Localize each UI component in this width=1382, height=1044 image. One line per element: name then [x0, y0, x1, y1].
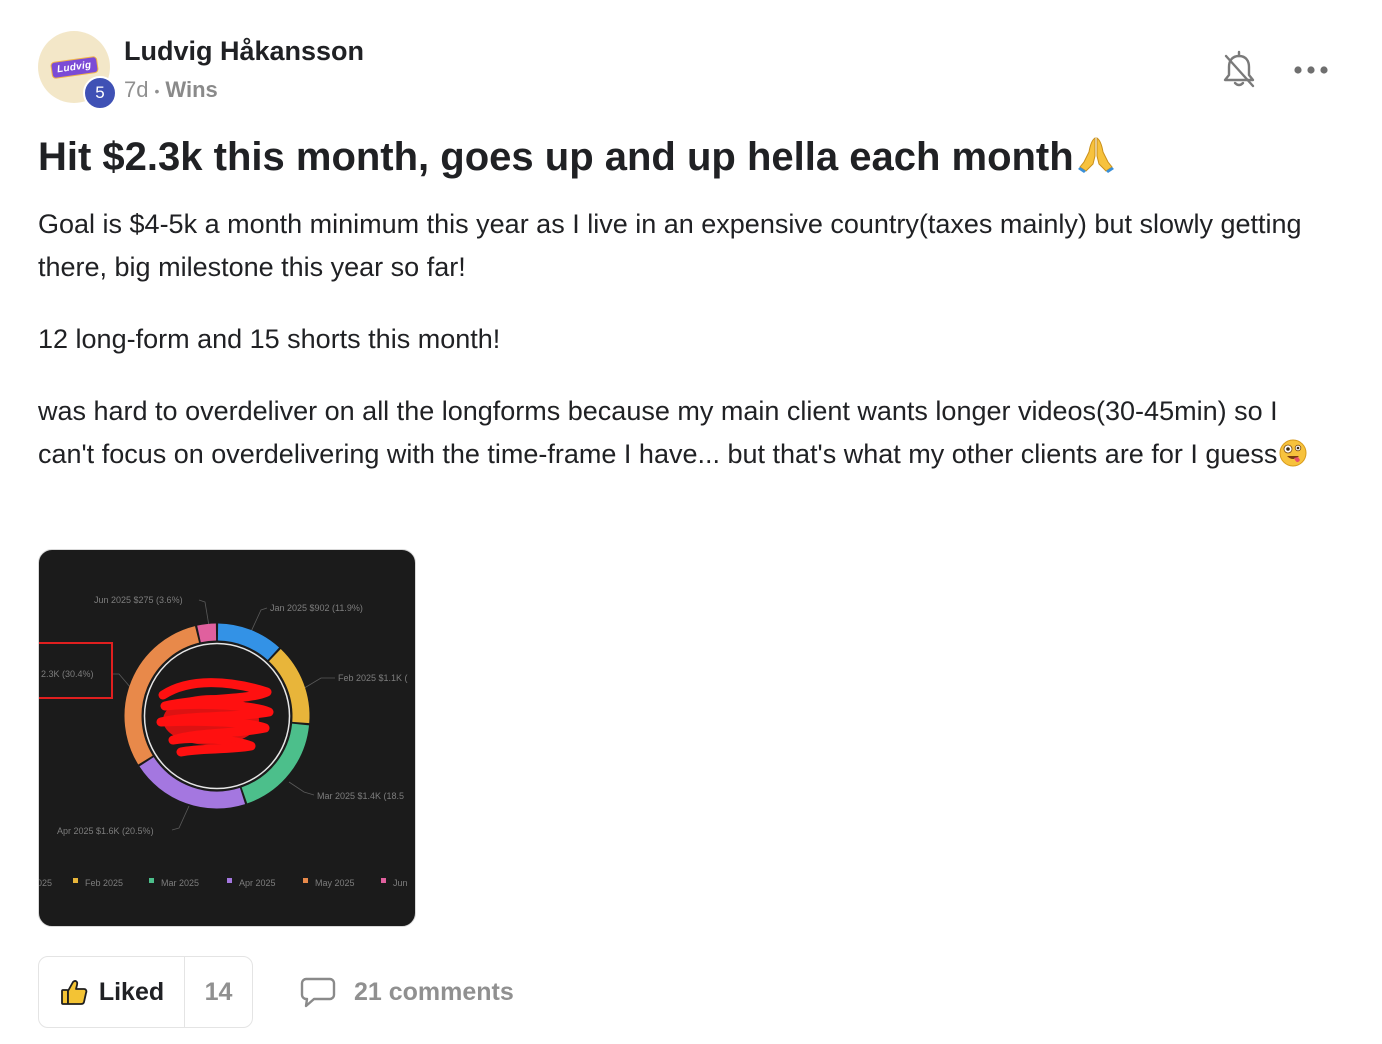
like-label: Liked [98, 977, 165, 1006]
legend-swatch [73, 878, 78, 883]
author-name[interactable]: Ludvig Håkansson [124, 36, 364, 67]
more-options-button[interactable] [1290, 56, 1332, 84]
legend-swatch [303, 878, 308, 883]
post-paragraph-2: 12 long-form and 15 shorts this month! [38, 324, 501, 354]
legend-label: May 2025 [315, 878, 355, 888]
legend-label: 025 [39, 878, 52, 888]
meta-separator: • [154, 83, 160, 100]
notifications-toggle-button[interactable] [1220, 50, 1258, 90]
legend-label: Feb 2025 [85, 878, 123, 888]
donut-slice-jun-2025 [197, 623, 217, 643]
label-jun: Jun 2025 $275 (3.6%) [94, 595, 183, 605]
post-paragraph-3: was hard to overdeliver on all the longf… [38, 390, 1338, 476]
post-paragraph-3-text: was hard to overdeliver on all the longf… [38, 396, 1278, 469]
donut-slice-apr-2025 [139, 756, 246, 809]
like-button[interactable]: Liked 14 [38, 956, 253, 1028]
comments-label: 21 comments [354, 977, 514, 1006]
donut-slice-feb-2025 [268, 648, 310, 724]
legend-swatch [381, 878, 386, 883]
post-meta: 7d • Wins [124, 77, 218, 103]
praying-hands-emoji [1076, 134, 1116, 174]
like-count[interactable]: 14 [185, 957, 252, 1027]
label-feb: Feb 2025 $1.1K ( [338, 673, 408, 683]
legend-label: Mar 2025 [161, 878, 199, 888]
label-apr: Apr 2025 $1.6K (20.5%) [57, 826, 154, 836]
zany-face-emoji [1279, 437, 1307, 467]
legend-swatch [149, 878, 154, 883]
label-may: 2.3K (30.4%) [41, 669, 94, 679]
post-paragraph-1: Goal is $4-5k a month minimum this year … [38, 209, 1302, 282]
bell-off-icon [1223, 50, 1255, 88]
donut-slice-mar-2025 [241, 723, 310, 804]
post-category[interactable]: Wins [165, 77, 217, 102]
label-mar: Mar 2025 $1.4K (18.5 [317, 791, 404, 801]
chart-legend: 025 Feb 2025 Mar 2025 Apr 2025 May 2025 Jun [39, 878, 408, 888]
avatar-logo: Ludvig [49, 55, 99, 79]
post-age: 7d [124, 77, 149, 102]
redaction-scribble [156, 678, 274, 757]
label-jan: Jan 2025 $902 (11.9%) [270, 603, 363, 613]
level-badge: 5 [83, 76, 117, 110]
legend-swatch [227, 878, 232, 883]
legend-label: Apr 2025 [239, 878, 276, 888]
comment-icon [300, 977, 336, 1008]
donut-slice-jan-2025 [217, 623, 280, 661]
like-toggle[interactable]: Liked [39, 957, 185, 1027]
post-title-text: Hit $2.3k this month, goes up and up hel… [38, 135, 1074, 179]
more-icon [1294, 66, 1328, 74]
thumbs-up-icon [60, 980, 88, 1005]
legend-label: Jun [393, 878, 408, 888]
post-title: Hit $2.3k this month, goes up and up hel… [38, 134, 1116, 180]
comments-button[interactable]: 21 comments [300, 972, 514, 1012]
chart-image[interactable]: Jun 2025 $275 (3.6%) Jan 2025 $902 (11.9… [38, 549, 416, 927]
